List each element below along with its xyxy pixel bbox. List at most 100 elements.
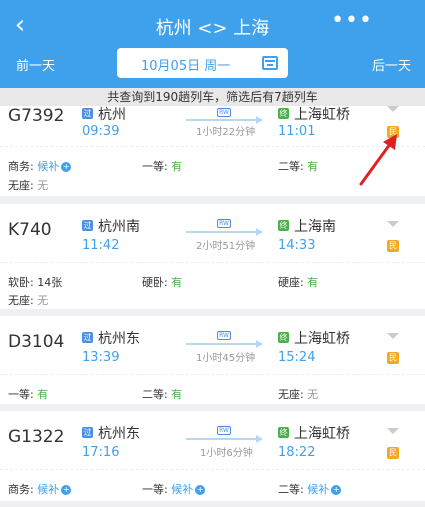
civil-badge: 民 bbox=[387, 240, 399, 252]
train-card[interactable]: G1322 过 杭州东 17:16 RW 1小时6分钟 终 上海虹桥 18:22… bbox=[0, 411, 425, 501]
seat-value: 无 bbox=[37, 294, 49, 307]
seat-info: 二等: 有 bbox=[142, 386, 182, 402]
expand-icon[interactable] bbox=[387, 106, 399, 112]
arrive-time: 11:01 bbox=[278, 124, 316, 139]
annotation-arrow-icon bbox=[359, 134, 397, 186]
arrow-head-icon bbox=[256, 435, 263, 443]
seat-info: 硬座: 有 bbox=[278, 274, 318, 290]
seat-label: 二等: bbox=[278, 483, 304, 496]
seat-value: 有 bbox=[171, 160, 183, 173]
depart-time: 11:42 bbox=[82, 238, 120, 253]
terminal-station-icon: 终 bbox=[278, 427, 289, 438]
route-arrow bbox=[186, 119, 256, 121]
ticket-tag-icon: RW bbox=[217, 331, 231, 340]
duration: 1小时6分钟 bbox=[200, 448, 253, 459]
seat-value: 候补 bbox=[37, 160, 60, 173]
ticket-tag-icon: RW bbox=[217, 108, 231, 117]
seat-info: 无座: 无 bbox=[8, 177, 48, 193]
from-station: 杭州 bbox=[98, 107, 126, 123]
seat-info: 商务: 候补 + bbox=[8, 158, 72, 174]
seat-value: 有 bbox=[171, 276, 183, 289]
train-card[interactable]: D3104 过 杭州东 13:39 RW 1小时45分钟 终 上海虹桥 15:2… bbox=[0, 316, 425, 404]
train-number: G1322 bbox=[8, 427, 65, 447]
seat-info: 一等: 候补 + bbox=[142, 481, 206, 497]
seat-value: 有 bbox=[171, 388, 183, 401]
seat-label: 商务: bbox=[8, 483, 34, 496]
from-station: 杭州南 bbox=[98, 219, 140, 235]
seat-label: 一等: bbox=[8, 388, 34, 401]
seat-value: 14张 bbox=[37, 276, 63, 289]
route-arrow bbox=[186, 438, 256, 440]
seat-value: 候补 bbox=[307, 483, 330, 496]
pass-station-icon: 过 bbox=[82, 108, 93, 119]
duration: 2小时51分钟 bbox=[196, 241, 256, 252]
calendar-icon bbox=[262, 56, 278, 70]
expand-icon[interactable] bbox=[387, 221, 399, 227]
to-station: 上海虹桥 bbox=[294, 107, 350, 123]
seat-label: 二等: bbox=[142, 388, 168, 401]
plus-icon[interactable]: + bbox=[61, 485, 72, 495]
seat-info: 硬卧: 有 bbox=[142, 274, 182, 290]
date-picker[interactable]: 10月05日 周一 bbox=[117, 48, 288, 78]
plus-icon[interactable]: + bbox=[331, 485, 342, 495]
seat-value: 无 bbox=[307, 388, 319, 401]
divider bbox=[0, 262, 425, 263]
result-summary: 共查询到190趟列车，筛选后有7趟列车 bbox=[0, 88, 425, 106]
next-day-button[interactable]: 后一天 bbox=[372, 55, 411, 74]
seat-value: 候补 bbox=[37, 483, 60, 496]
pass-station-icon: 过 bbox=[82, 220, 93, 231]
seat-info: 无座: 无 bbox=[278, 386, 318, 402]
ellipsis-icon[interactable]: ••• bbox=[331, 8, 373, 33]
civil-badge: 民 bbox=[387, 447, 399, 459]
seat-label: 商务: bbox=[8, 160, 34, 173]
seat-info: 软卧: 14张 bbox=[8, 274, 62, 290]
expand-icon[interactable] bbox=[387, 428, 399, 434]
from-station: 杭州东 bbox=[98, 426, 140, 442]
divider bbox=[0, 374, 425, 375]
seat-value: 无 bbox=[37, 179, 49, 192]
terminal-station-icon: 终 bbox=[278, 220, 289, 231]
to-station: 上海虹桥 bbox=[294, 426, 350, 442]
arrive-time: 18:22 bbox=[278, 445, 316, 460]
to-station: 上海南 bbox=[294, 219, 336, 235]
arrive-time: 15:24 bbox=[278, 350, 316, 365]
prev-day-button[interactable]: 前一天 bbox=[16, 55, 55, 74]
civil-badge: 民 bbox=[387, 352, 399, 364]
train-number: K740 bbox=[8, 220, 52, 240]
seat-value: 有 bbox=[307, 276, 319, 289]
seat-info: 一等: 有 bbox=[8, 386, 48, 402]
depart-time: 13:39 bbox=[82, 350, 120, 365]
plus-icon[interactable]: + bbox=[195, 485, 206, 495]
seat-label: 二等: bbox=[278, 160, 304, 173]
arrow-head-icon bbox=[256, 340, 263, 348]
train-card[interactable]: K740 过 杭州南 11:42 RW 2小时51分钟 终 上海南 14:33 … bbox=[0, 204, 425, 309]
route-arrow bbox=[186, 231, 256, 233]
seat-label: 软卧: bbox=[8, 276, 34, 289]
plus-icon[interactable]: + bbox=[61, 162, 72, 172]
duration: 1小时22分钟 bbox=[196, 127, 256, 138]
app-header: ‹ 杭州 <> 上海 ••• 前一天 10月05日 周一 后一天 bbox=[0, 0, 425, 90]
date-label: 10月05日 周一 bbox=[141, 59, 231, 74]
seat-label: 一等: bbox=[142, 483, 168, 496]
to-station: 上海虹桥 bbox=[294, 331, 350, 347]
seat-label: 硬座: bbox=[278, 276, 304, 289]
route-arrow bbox=[186, 343, 256, 345]
arrive-time: 14:33 bbox=[278, 238, 316, 253]
train-number: G7392 bbox=[8, 106, 65, 126]
ticket-tag-icon: RW bbox=[217, 426, 231, 435]
seat-value: 候补 bbox=[171, 483, 194, 496]
seat-info: 二等: 候补 + bbox=[278, 481, 342, 497]
pass-station-icon: 过 bbox=[82, 332, 93, 343]
seat-label: 无座: bbox=[8, 179, 34, 192]
duration: 1小时45分钟 bbox=[196, 353, 256, 364]
expand-icon[interactable] bbox=[387, 333, 399, 339]
seat-info: 一等: 有 bbox=[142, 158, 182, 174]
depart-time: 09:39 bbox=[82, 124, 120, 139]
arrow-head-icon bbox=[256, 228, 263, 236]
ticket-tag-icon: RW bbox=[217, 219, 231, 228]
pass-station-icon: 过 bbox=[82, 427, 93, 438]
terminal-station-icon: 终 bbox=[278, 108, 289, 119]
seat-info: 二等: 有 bbox=[278, 158, 318, 174]
seat-label: 无座: bbox=[278, 388, 304, 401]
seat-info: 无座: 无 bbox=[8, 292, 48, 308]
